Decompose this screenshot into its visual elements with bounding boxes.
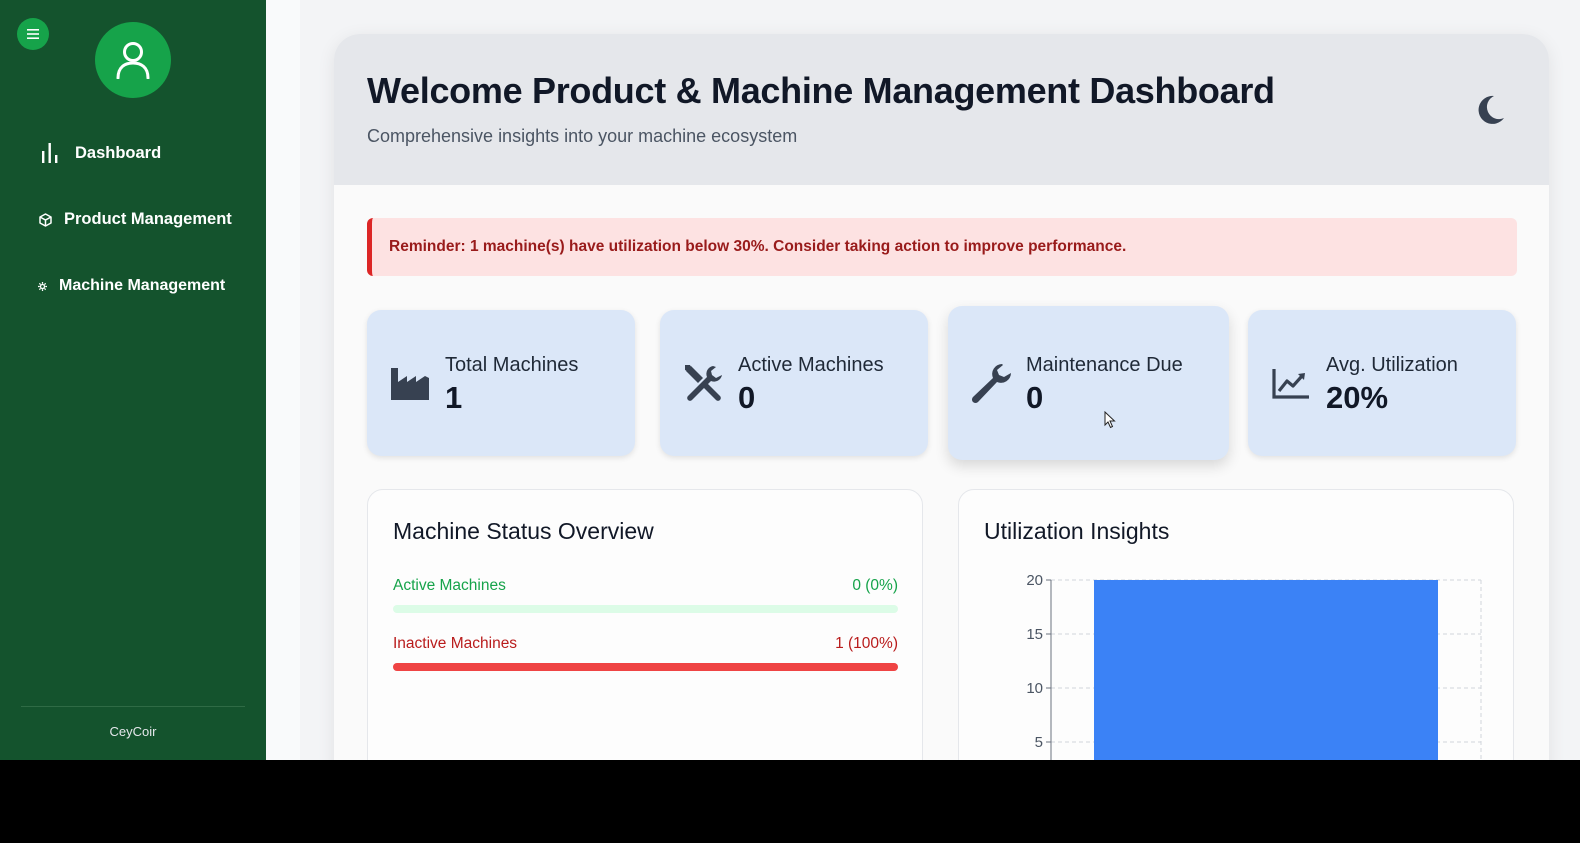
reminder-alert: Reminder: 1 machine(s) have utilization …: [367, 218, 1517, 276]
stat-card-maintenance-due[interactable]: Maintenance Due 0: [948, 306, 1229, 460]
stat-label: Active Machines: [738, 354, 884, 376]
inactive-machines-label: Inactive Machines: [393, 635, 518, 652]
sidebar-item-label: Dashboard: [75, 143, 162, 162]
stat-card-active-machines: Active Machines 0: [660, 310, 928, 456]
moon-icon: [1478, 95, 1504, 124]
chart-line-icon: [1270, 362, 1312, 404]
stat-card-avg-utilization: Avg. Utilization 20%: [1248, 310, 1516, 456]
tools-icon: [682, 362, 724, 404]
panel-title: Machine Status Overview: [393, 518, 654, 544]
inactive-machines-value: 1 (100%): [835, 635, 898, 652]
active-machines-row: Active Machines 0 (0%): [393, 577, 898, 595]
sidebar-item-product-management[interactable]: Product Management: [38, 210, 232, 229]
page-header: Welcome Product & Machine Management Das…: [334, 34, 1549, 185]
stat-value: 1: [445, 380, 463, 415]
screen-letterbox: [0, 760, 1580, 843]
factory-icon: [389, 362, 431, 404]
avatar[interactable]: [95, 22, 171, 98]
content-gutter: [266, 0, 300, 760]
sidebar-item-label: Product Management: [64, 210, 232, 228]
stat-value: 0: [738, 380, 756, 415]
stat-value: 20%: [1326, 380, 1389, 415]
utilization-panel: Utilization Insights 5 10 15 20: [958, 489, 1514, 760]
stat-label: Maintenance Due: [1026, 354, 1183, 376]
active-machines-progress: [393, 605, 898, 613]
mouse-cursor-icon: [1104, 411, 1116, 429]
sidebar-item-label: Machine Management: [59, 277, 226, 294]
user-icon: [116, 42, 150, 79]
reminder-text: Reminder: 1 machine(s) have utilization …: [389, 238, 1127, 255]
main-content: Welcome Product & Machine Management Das…: [334, 34, 1549, 760]
stat-card-total-machines: Total Machines 1: [367, 310, 635, 456]
page-title: Welcome Product & Machine Management Das…: [367, 70, 1275, 111]
y-tick-label: 10: [1026, 680, 1043, 697]
sidebar-divider: [21, 706, 245, 707]
page-subtitle: Comprehensive insights into your machine…: [367, 126, 798, 146]
inactive-machines-progress-fill: [393, 663, 898, 671]
machine-status-panel: Machine Status Overview Active Machines …: [367, 489, 923, 760]
brand-label: CeyCoir: [109, 724, 157, 739]
sidebar-item-machine-management[interactable]: Machine Management: [37, 277, 225, 295]
wrench-icon: [970, 362, 1012, 404]
stat-label: Avg. Utilization: [1326, 354, 1458, 376]
bar: [1094, 580, 1438, 760]
y-tick-label: 5: [1035, 734, 1043, 751]
active-machines-label: Active Machines: [393, 577, 506, 594]
gear-icon: [37, 281, 47, 291]
inactive-machines-progress: [393, 663, 898, 671]
y-tick-label: 15: [1026, 626, 1043, 643]
panel-title: Utilization Insights: [984, 518, 1170, 544]
stat-label: Total Machines: [445, 354, 579, 376]
theme-toggle-button[interactable]: [1474, 94, 1506, 126]
inactive-machines-row: Inactive Machines 1 (100%): [393, 635, 898, 653]
sidebar: Dashboard Product Management Machine Man…: [0, 0, 266, 760]
active-machines-value: 0 (0%): [852, 577, 898, 594]
bar-chart-icon: [40, 143, 60, 163]
sidebar-item-dashboard[interactable]: Dashboard: [40, 143, 161, 163]
cube-icon: [38, 212, 52, 227]
utilization-chart: 5 10 15 20: [1026, 572, 1482, 760]
app-window: Dashboard Product Management Machine Man…: [0, 0, 1580, 760]
y-tick-label: 20: [1026, 572, 1043, 589]
hamburger-icon: [27, 29, 39, 39]
menu-toggle-button[interactable]: [17, 18, 49, 50]
